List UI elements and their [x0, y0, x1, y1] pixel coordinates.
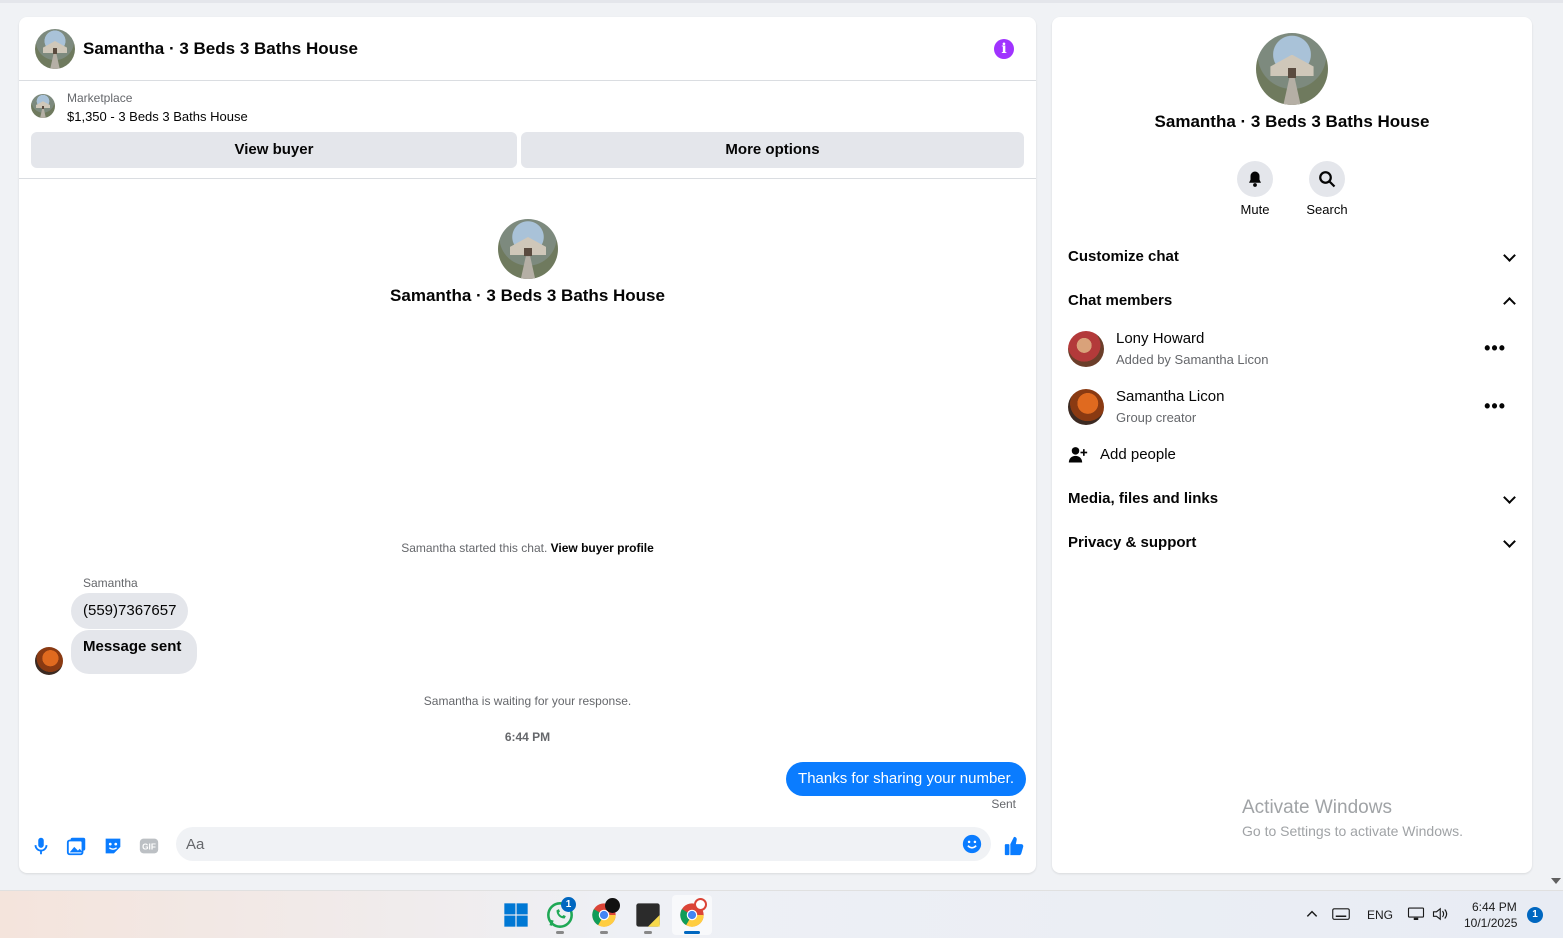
clock-time[interactable]: 6:44 PM: [1472, 900, 1517, 914]
section-label: Privacy & support: [1068, 534, 1197, 551]
more-options-button[interactable]: More options: [521, 132, 1024, 168]
section-label: Chat members: [1068, 292, 1173, 309]
message-input-container: [176, 827, 991, 861]
privacy-section[interactable]: Privacy & support: [1068, 525, 1520, 561]
incoming-message[interactable]: Message sent: [71, 630, 198, 674]
chat-info-panel: Samantha · 3 Beds 3 Baths House Mute Sea…: [1052, 17, 1532, 873]
chat-title[interactable]: Samantha · 3 Beds 3 Baths House: [83, 39, 358, 59]
watermark-title: Activate Windows: [1242, 797, 1392, 818]
view-buyer-button[interactable]: View buyer: [31, 132, 517, 168]
mute-button[interactable]: [1237, 161, 1273, 197]
add-people-label: Add people: [1100, 446, 1176, 463]
language-indicator[interactable]: ENG: [1367, 908, 1393, 922]
sticky-notes-icon[interactable]: [634, 901, 662, 929]
member-row[interactable]: Lony Howard Added by Samantha Licon •••: [1068, 326, 1520, 374]
mute-label: Mute: [1240, 202, 1270, 217]
network-icon[interactable]: [1407, 906, 1425, 922]
chat-members-section[interactable]: Chat members: [1068, 283, 1520, 319]
svg-text:GIF: GIF: [142, 843, 156, 852]
incoming-message[interactable]: (559)7367657: [71, 593, 189, 629]
active-indicator: [684, 931, 700, 934]
windows-start-icon[interactable]: [502, 901, 530, 929]
running-indicator: [600, 931, 608, 934]
thumbs-up-icon[interactable]: [1003, 835, 1025, 857]
started-text: Samantha started this chat.: [401, 541, 548, 555]
chat-header: Samantha · 3 Beds 3 Baths House i: [19, 17, 1036, 81]
chat-panel: Samantha · 3 Beds 3 Baths House i Market…: [19, 17, 1036, 873]
add-person-icon: [1068, 447, 1088, 463]
member-subtitle: Added by Samantha Licon: [1116, 352, 1269, 367]
member-row[interactable]: Samantha Licon Group creator •••: [1068, 384, 1520, 432]
window-top-border: [0, 0, 1563, 3]
microphone-icon[interactable]: [30, 835, 52, 857]
sent-status: Sent: [991, 797, 1016, 811]
chevron-down-icon: [1503, 249, 1516, 262]
sender-name: Samantha: [83, 576, 138, 590]
view-buyer-profile-link[interactable]: View buyer profile: [551, 541, 654, 555]
search-label: Search: [1306, 202, 1348, 217]
member-name: Lony Howard: [1116, 330, 1205, 347]
chat-started-notice: Samantha started this chat. View buyer p…: [19, 541, 1036, 555]
profile-badge: [694, 898, 707, 911]
section-label: Customize chat: [1068, 248, 1179, 265]
emoji-icon[interactable]: [962, 834, 982, 854]
listing-label: Marketplace: [67, 91, 133, 105]
outgoing-message[interactable]: Thanks for sharing your number.: [786, 762, 1026, 796]
message-input[interactable]: [186, 827, 946, 861]
profile-badge: [605, 898, 620, 913]
activate-windows-watermark: Activate Windows Go to Settings to activ…: [1242, 797, 1463, 839]
search-button[interactable]: [1309, 161, 1345, 197]
running-indicator: [644, 931, 652, 934]
chat-avatar[interactable]: [35, 29, 75, 69]
chevron-down-icon: [1503, 535, 1516, 548]
listing-price-title[interactable]: $1,350 - 3 Beds 3 Baths House: [67, 109, 248, 124]
more-dots-icon[interactable]: •••: [1484, 396, 1506, 417]
keyboard-icon[interactable]: [1332, 906, 1350, 922]
info-icon[interactable]: i: [994, 39, 1014, 59]
chevron-up-icon: [1503, 297, 1516, 310]
media-section[interactable]: Media, files and links: [1068, 481, 1520, 517]
member-avatar: [1068, 389, 1104, 425]
intro-title: Samantha · 3 Beds 3 Baths House: [390, 286, 665, 305]
message-timestamp: 6:44 PM: [504, 730, 551, 744]
whatsapp-badge: 1: [561, 897, 576, 912]
watermark-subtitle: Go to Settings to activate Windows.: [1242, 823, 1463, 839]
side-title: Samantha · 3 Beds 3 Baths House: [1154, 112, 1430, 131]
add-people-button[interactable]: Add people: [1068, 437, 1520, 473]
search-icon: [1319, 171, 1336, 188]
waiting-notice: Samantha is waiting for your response.: [423, 694, 632, 708]
notification-badge[interactable]: 1: [1527, 907, 1543, 923]
member-avatar: [1068, 331, 1104, 367]
photo-icon[interactable]: [66, 835, 88, 857]
member-subtitle: Group creator: [1116, 410, 1197, 425]
chevron-up-icon[interactable]: [1305, 907, 1319, 921]
clock-date[interactable]: 10/1/2025: [1464, 916, 1517, 930]
marketplace-listing: Marketplace $1,350 - 3 Beds 3 Baths Hous…: [19, 82, 1036, 179]
listing-thumbnail[interactable]: [31, 94, 55, 118]
customize-chat-section[interactable]: Customize chat: [1068, 239, 1520, 275]
side-avatar[interactable]: [1256, 33, 1328, 105]
taskbar: 1 ENG 6:44 PM 10/1/2025 1: [0, 890, 1563, 938]
gif-icon[interactable]: GIF: [138, 835, 160, 857]
section-label: Media, files and links: [1068, 490, 1219, 507]
more-dots-icon[interactable]: •••: [1484, 338, 1506, 359]
intro-avatar: [498, 219, 558, 279]
sender-avatar[interactable]: [35, 647, 63, 675]
scroll-down-arrow[interactable]: [1551, 878, 1561, 884]
running-indicator: [556, 931, 564, 934]
chevron-down-icon: [1503, 491, 1516, 504]
sticker-icon[interactable]: [102, 835, 124, 857]
member-name: Samantha Licon: [1116, 388, 1225, 405]
bell-icon: [1249, 171, 1261, 187]
volume-icon[interactable]: [1432, 906, 1450, 922]
